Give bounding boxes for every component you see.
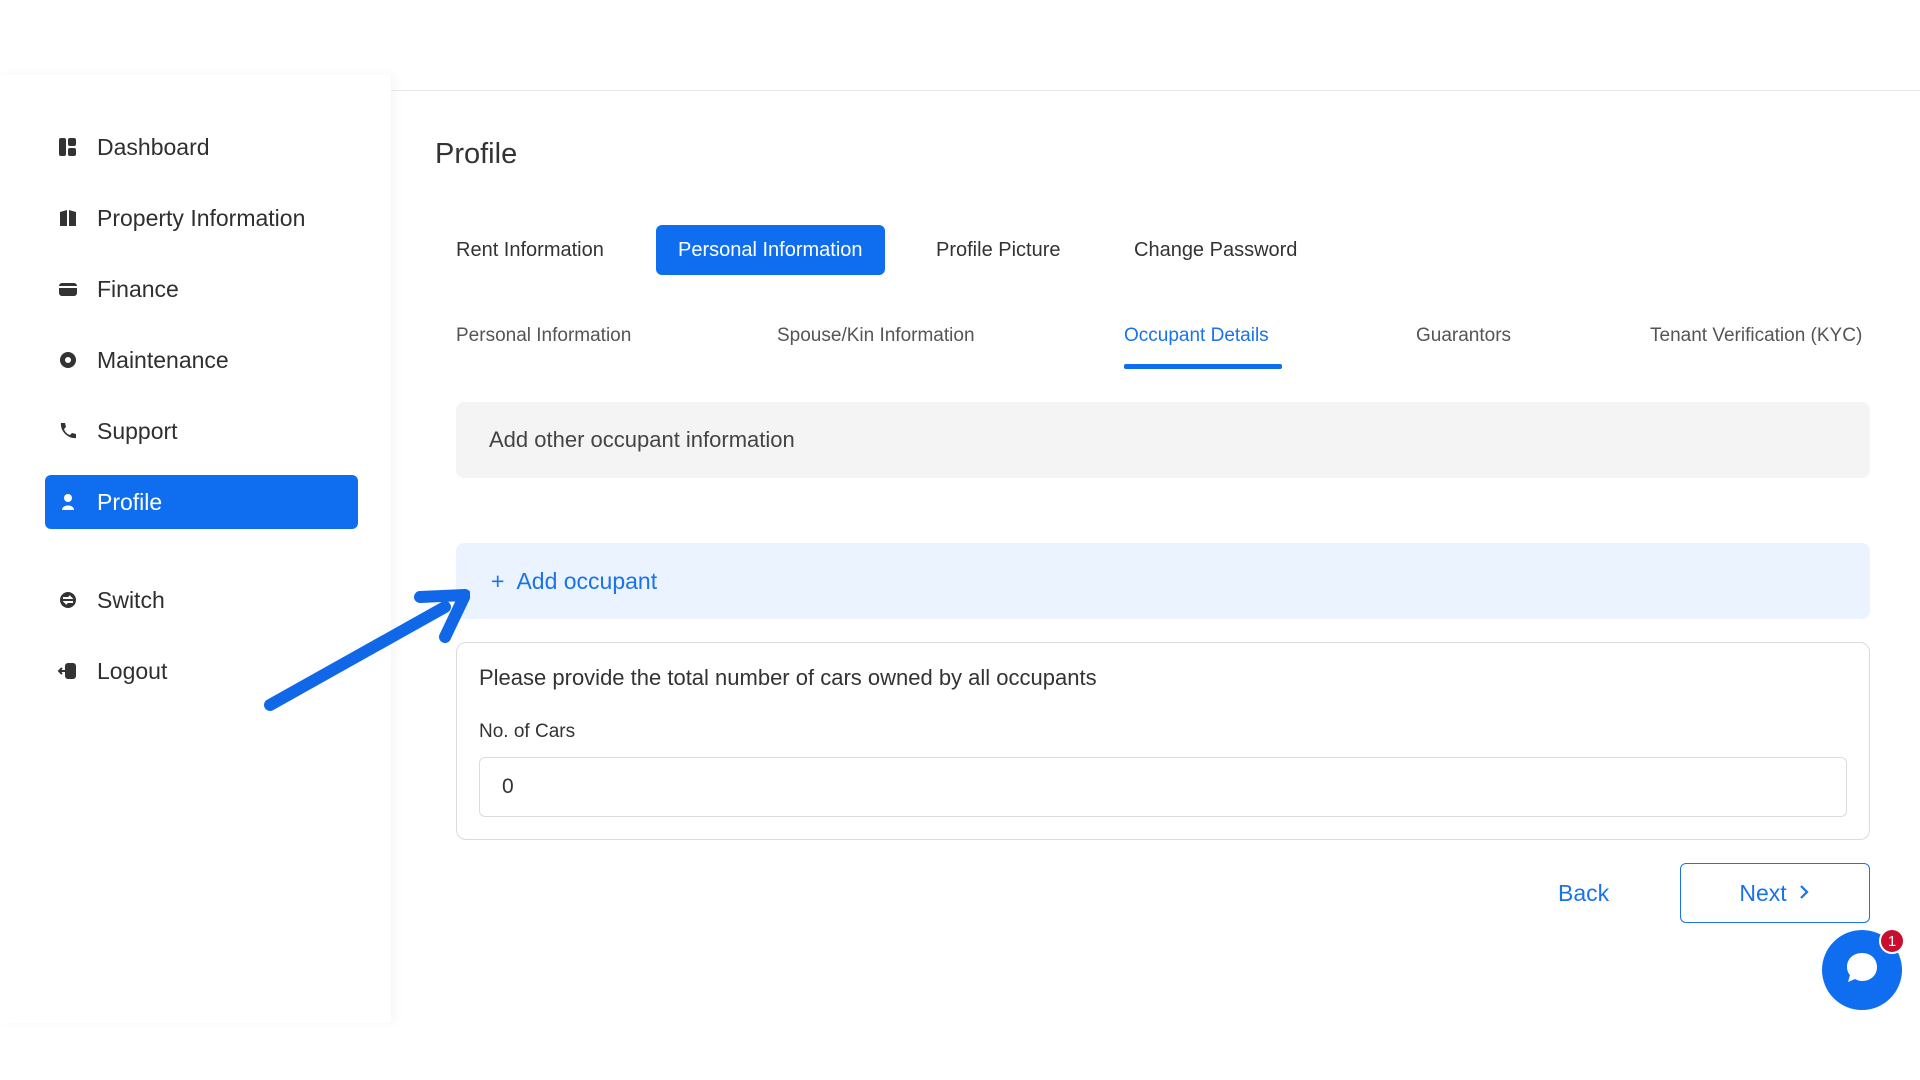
add-occupant-button[interactable]: + Add occupant	[456, 543, 1870, 619]
sidebar-item-label: Property Information	[97, 204, 306, 231]
sidebar-item-property-information[interactable]: Property Information	[45, 191, 358, 245]
page-title: Profile	[435, 138, 518, 170]
cars-question: Please provide the total number of cars …	[479, 665, 1097, 690]
sidebar-item-label: Maintenance	[97, 346, 229, 373]
active-subtab-indicator	[1124, 364, 1282, 369]
tab-rent-information[interactable]: Rent Information	[456, 225, 604, 275]
sidebar-item-finance[interactable]: Finance	[45, 262, 358, 316]
tab-change-password[interactable]: Change Password	[1134, 225, 1297, 275]
subtab-guarantors[interactable]: Guarantors	[1416, 325, 1511, 347]
wallet-icon	[57, 278, 79, 300]
cars-card: Please provide the total number of cars …	[456, 642, 1870, 840]
next-label: Next	[1739, 879, 1787, 906]
chevron-right-icon	[1797, 880, 1811, 907]
header-divider	[391, 90, 1920, 91]
sidebar-item-label: Switch	[97, 586, 165, 613]
notification-badge: 1	[1879, 928, 1905, 954]
subtab-occupant-details[interactable]: Occupant Details	[1124, 325, 1269, 347]
tab-personal-information[interactable]: Personal Information	[656, 225, 885, 275]
subtab-spouse-kin-information[interactable]: Spouse/Kin Information	[777, 325, 975, 347]
sidebar-item-dashboard[interactable]: Dashboard	[45, 120, 358, 174]
sidebar-item-label: Dashboard	[97, 133, 210, 160]
cars-label: No. of Cars	[479, 721, 576, 742]
back-button[interactable]: Back	[1558, 880, 1609, 907]
gear-icon	[57, 349, 79, 371]
occupant-info-text: Add other occupant information	[489, 427, 795, 452]
logout-icon	[57, 660, 79, 682]
sidebar-item-profile[interactable]: Profile	[45, 475, 358, 529]
sidebar-item-label: Support	[97, 417, 178, 444]
subtab-personal-information[interactable]: Personal Information	[456, 325, 631, 347]
sidebar-item-maintenance[interactable]: Maintenance	[45, 333, 358, 387]
sidebar-item-label: Profile	[97, 488, 163, 515]
annotation-arrow-icon	[264, 589, 470, 711]
phone-icon	[57, 420, 79, 442]
add-occupant-label: Add occupant	[516, 567, 658, 594]
subtab-tenant-verification[interactable]: Tenant Verification (KYC)	[1650, 325, 1862, 347]
sidebar: Dashboard Property Information Finance M…	[0, 75, 391, 1023]
chat-icon	[1842, 948, 1882, 993]
user-icon	[57, 491, 79, 513]
dashboard-icon	[57, 136, 79, 158]
sidebar-item-support[interactable]: Support	[45, 404, 358, 458]
plus-icon: +	[491, 567, 505, 594]
tab-profile-picture[interactable]: Profile Picture	[936, 225, 1061, 275]
building-icon	[57, 207, 79, 229]
switch-icon	[57, 589, 79, 611]
cars-count-value: 0	[502, 775, 514, 798]
sidebar-item-label: Logout	[97, 657, 168, 684]
occupant-info-banner: Add other occupant information	[456, 402, 1870, 478]
sidebar-item-label: Finance	[97, 275, 179, 302]
next-button[interactable]: Next	[1680, 863, 1870, 923]
cars-count-input[interactable]: 0	[479, 757, 1847, 817]
